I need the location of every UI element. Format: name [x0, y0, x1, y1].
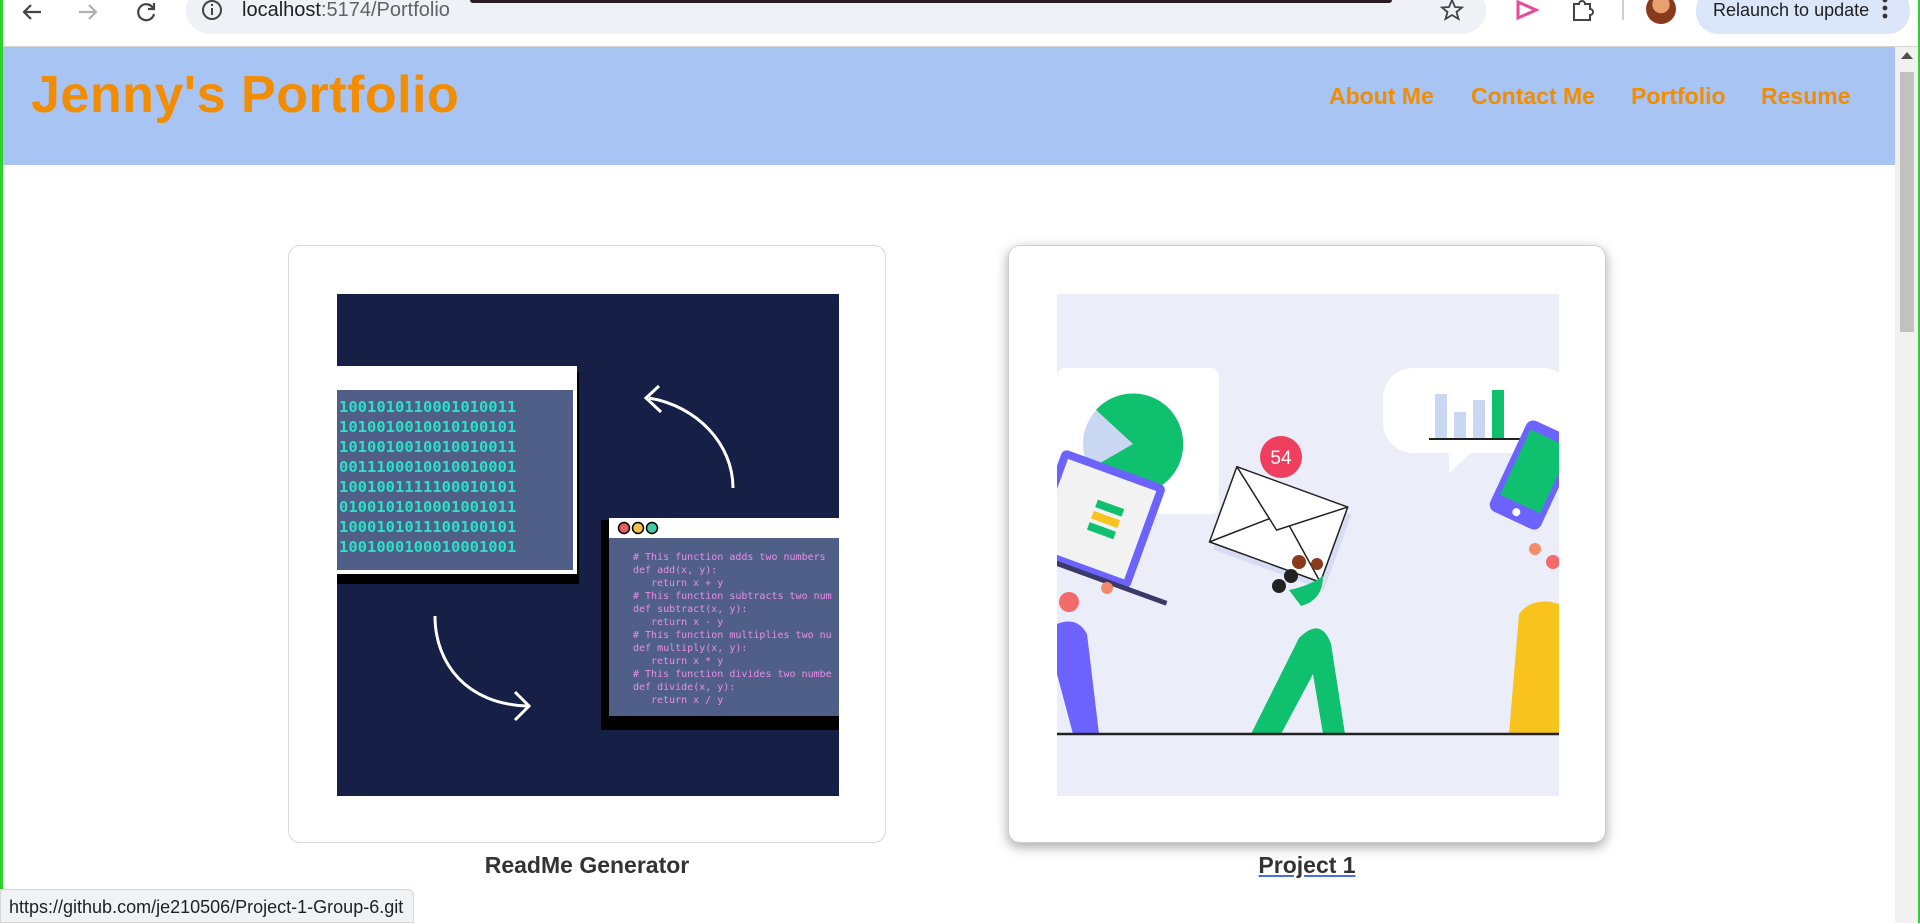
scroll-up-arrow-icon[interactable] [1901, 52, 1913, 59]
kebab-menu-icon[interactable] [1880, 0, 1890, 22]
bookmark-star-icon[interactable] [1440, 0, 1464, 22]
back-button[interactable] [14, 0, 50, 24]
back-arrow-icon [22, 4, 41, 20]
overlay-bar [470, 0, 1392, 3]
reload-icon [137, 3, 156, 22]
url-host: localhost [242, 0, 321, 21]
brand-title[interactable]: Jenny's Portfolio [31, 65, 459, 125]
url-text[interactable]: localhost:5174/Portfolio [242, 0, 450, 22]
profile-avatar[interactable] [1646, 0, 1676, 24]
svg-text:def add(x, y):: def add(x, y): [633, 565, 717, 576]
site-header: Jenny's Portfolio About Me Contact Me Po… [3, 47, 1895, 165]
project-1-image: 54 [1057, 294, 1559, 796]
extension-play-icon[interactable] [1514, 0, 1540, 22]
nav-contact-me[interactable]: Contact Me [1471, 83, 1595, 110]
svg-text:def subtract(x, y):: def subtract(x, y): [633, 604, 747, 615]
svg-text:1001000100010001001: 1001000100010001001 [339, 538, 516, 556]
status-url-preview: https://github.com/je210506/Project-1-Gr… [0, 889, 415, 923]
svg-text:1001001111100010101: 1001001111100010101 [339, 478, 516, 496]
svg-text:def divide(x, y):: def divide(x, y): [633, 682, 735, 693]
notification-badge: 54 [1270, 448, 1292, 469]
svg-text:0011100010010010001: 0011100010010010001 [339, 458, 516, 476]
svg-text:return x + y: return x + y [651, 578, 723, 589]
project-title-readme-generator[interactable]: ReadMe Generator [288, 852, 886, 879]
scrollbar-thumb[interactable] [1900, 72, 1914, 332]
extensions-puzzle-icon[interactable] [1570, 0, 1594, 22]
project-title-project-1[interactable]: Project 1 [1008, 852, 1606, 879]
svg-text:# This function subtracts two: # This function subtracts two num [633, 591, 832, 602]
svg-text:return x * y: return x * y [651, 656, 723, 667]
svg-text:return x - y: return x - y [651, 617, 723, 628]
nav-about-me[interactable]: About Me [1329, 83, 1434, 110]
svg-text:# This function divides two nu: # This function divides two numbe [633, 669, 832, 680]
svg-text:return x / y: return x / y [651, 695, 723, 706]
svg-text:0100101010001001011: 0100101010001001011 [339, 498, 516, 516]
svg-text:1010010010010100101: 1010010010010100101 [339, 418, 516, 436]
svg-text:# This function adds two numbe: # This function adds two numbers [633, 552, 826, 563]
svg-text:1001010110001010011: 1001010110001010011 [339, 398, 516, 416]
project-card-readme-generator[interactable]: 1001010110001010011 1010010010010100101 … [288, 245, 886, 843]
url-path: :5174/Portfolio [320, 0, 450, 21]
forward-button[interactable] [70, 0, 106, 24]
site-info-icon[interactable] [200, 0, 224, 22]
svg-text:def multiply(x, y):: def multiply(x, y): [633, 643, 747, 654]
nav-portfolio[interactable]: Portfolio [1631, 83, 1726, 110]
forward-arrow-icon [79, 4, 98, 20]
window-frame-left [0, 0, 3, 923]
toolbar-divider [1622, 0, 1624, 20]
svg-text:# This function multiplies two: # This function multiplies two nu [633, 630, 832, 641]
svg-text:1000101011100100101: 1000101011100100101 [339, 518, 516, 536]
readme-generator-image: 1001010110001010011 1010010010010100101 … [337, 294, 839, 796]
relaunch-label: Relaunch to update [1713, 0, 1870, 20]
browser-toolbar: localhost:5174/Portfolio Relaunch to upd… [0, 0, 1920, 47]
svg-text:1010010010010010011: 1010010010010010011 [339, 438, 516, 456]
reload-button[interactable] [128, 0, 164, 24]
nav-resume[interactable]: Resume [1761, 83, 1850, 110]
project-card-project-1[interactable]: 54 [1008, 245, 1606, 843]
